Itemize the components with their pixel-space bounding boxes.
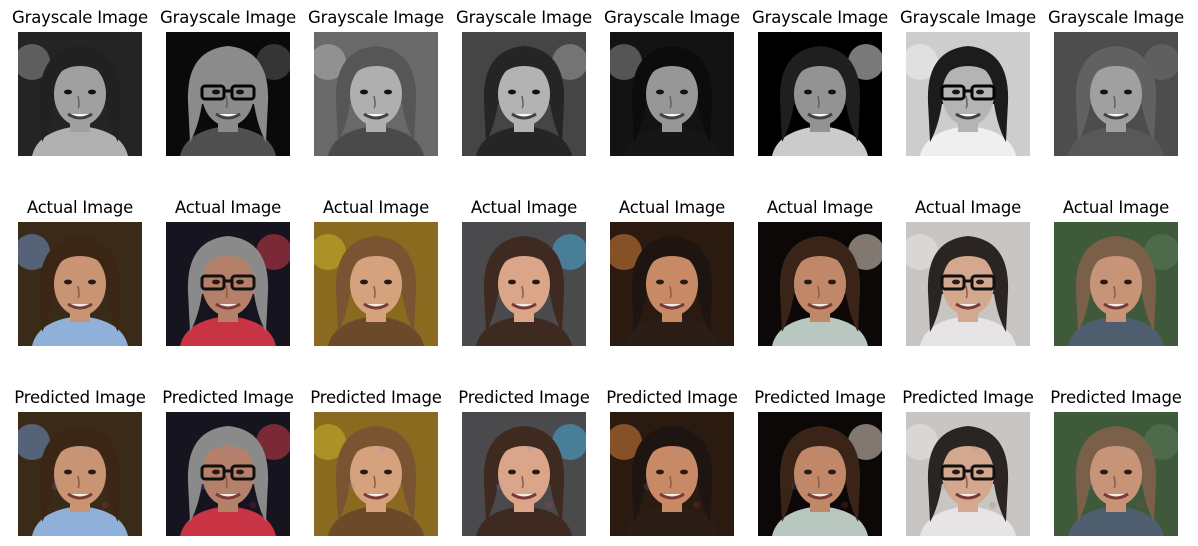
face-image xyxy=(18,412,142,536)
face-image xyxy=(18,32,142,156)
subplot-title: Predicted Image xyxy=(754,388,886,407)
subplot-predicted-7: Predicted Image xyxy=(894,388,1042,538)
face-image xyxy=(610,222,734,346)
face-image xyxy=(314,32,438,156)
subplot-actual-1: Actual Image xyxy=(6,198,154,348)
subplot-grayscale-1: Grayscale Image xyxy=(6,8,154,158)
subplot-title: Predicted Image xyxy=(310,388,442,407)
subplot-title: Predicted Image xyxy=(162,388,294,407)
face-image xyxy=(758,222,882,346)
face-image xyxy=(462,32,586,156)
subplot-predicted-2: Predicted Image xyxy=(154,388,302,538)
subplot-actual-4: Actual Image xyxy=(450,198,598,348)
face-image xyxy=(758,32,882,156)
face-image xyxy=(166,32,290,156)
face-image xyxy=(462,412,586,536)
subplot-title: Actual Image xyxy=(618,198,726,217)
subplot-title: Grayscale Image xyxy=(160,8,296,27)
subplot-title: Grayscale Image xyxy=(752,8,888,27)
subplot-predicted-5: Predicted Image xyxy=(598,388,746,538)
subplot-actual-3: Actual Image xyxy=(302,198,450,348)
subplot-actual-8: Actual Image xyxy=(1042,198,1190,348)
subplot-grayscale-2: Grayscale Image xyxy=(154,8,302,158)
subplot-title: Actual Image xyxy=(766,198,874,217)
subplot-title: Actual Image xyxy=(174,198,282,217)
subplot-title: Grayscale Image xyxy=(456,8,592,27)
subplot-actual-7: Actual Image xyxy=(894,198,1042,348)
face-image xyxy=(1054,412,1178,536)
subplot-title: Predicted Image xyxy=(1050,388,1182,407)
subplot-title: Grayscale Image xyxy=(308,8,444,27)
face-image xyxy=(314,222,438,346)
subplot-title: Predicted Image xyxy=(902,388,1034,407)
subplot-title: Actual Image xyxy=(914,198,1022,217)
face-image xyxy=(166,222,290,346)
face-image xyxy=(166,412,290,536)
face-image xyxy=(906,222,1030,346)
subplot-actual-6: Actual Image xyxy=(746,198,894,348)
face-image xyxy=(1054,32,1178,156)
subplot-actual-2: Actual Image xyxy=(154,198,302,348)
subplot-title: Predicted Image xyxy=(458,388,590,407)
subplot-grayscale-6: Grayscale Image xyxy=(746,8,894,158)
subplot-predicted-1: Predicted Image xyxy=(6,388,154,538)
face-image xyxy=(314,412,438,536)
subplot-title: Actual Image xyxy=(470,198,578,217)
face-image xyxy=(610,32,734,156)
face-image xyxy=(610,412,734,536)
subplot-grayscale-8: Grayscale Image xyxy=(1042,8,1190,158)
subplot-predicted-8: Predicted Image xyxy=(1042,388,1190,538)
face-image xyxy=(1054,222,1178,346)
face-image xyxy=(18,222,142,346)
subplot-grayscale-7: Grayscale Image xyxy=(894,8,1042,158)
subplot-title: Predicted Image xyxy=(14,388,146,407)
subplot-title: Grayscale Image xyxy=(12,8,148,27)
subplot-title: Actual Image xyxy=(1062,198,1170,217)
subplot-title: Actual Image xyxy=(322,198,430,217)
face-image xyxy=(906,412,1030,536)
face-image xyxy=(758,412,882,536)
subplot-predicted-3: Predicted Image xyxy=(302,388,450,538)
subplot-grayscale-5: Grayscale Image xyxy=(598,8,746,158)
subplot-title: Predicted Image xyxy=(606,388,738,407)
face-image xyxy=(462,222,586,346)
subplot-actual-5: Actual Image xyxy=(598,198,746,348)
subplot-grayscale-3: Grayscale Image xyxy=(302,8,450,158)
subplot-predicted-4: Predicted Image xyxy=(450,388,598,538)
subplot-title: Grayscale Image xyxy=(900,8,1036,27)
subplot-title: Grayscale Image xyxy=(604,8,740,27)
subplot-title: Grayscale Image xyxy=(1048,8,1184,27)
subplot-grayscale-4: Grayscale Image xyxy=(450,8,598,158)
subplot-title: Actual Image xyxy=(26,198,134,217)
subplot-predicted-6: Predicted Image xyxy=(746,388,894,538)
face-image xyxy=(906,32,1030,156)
